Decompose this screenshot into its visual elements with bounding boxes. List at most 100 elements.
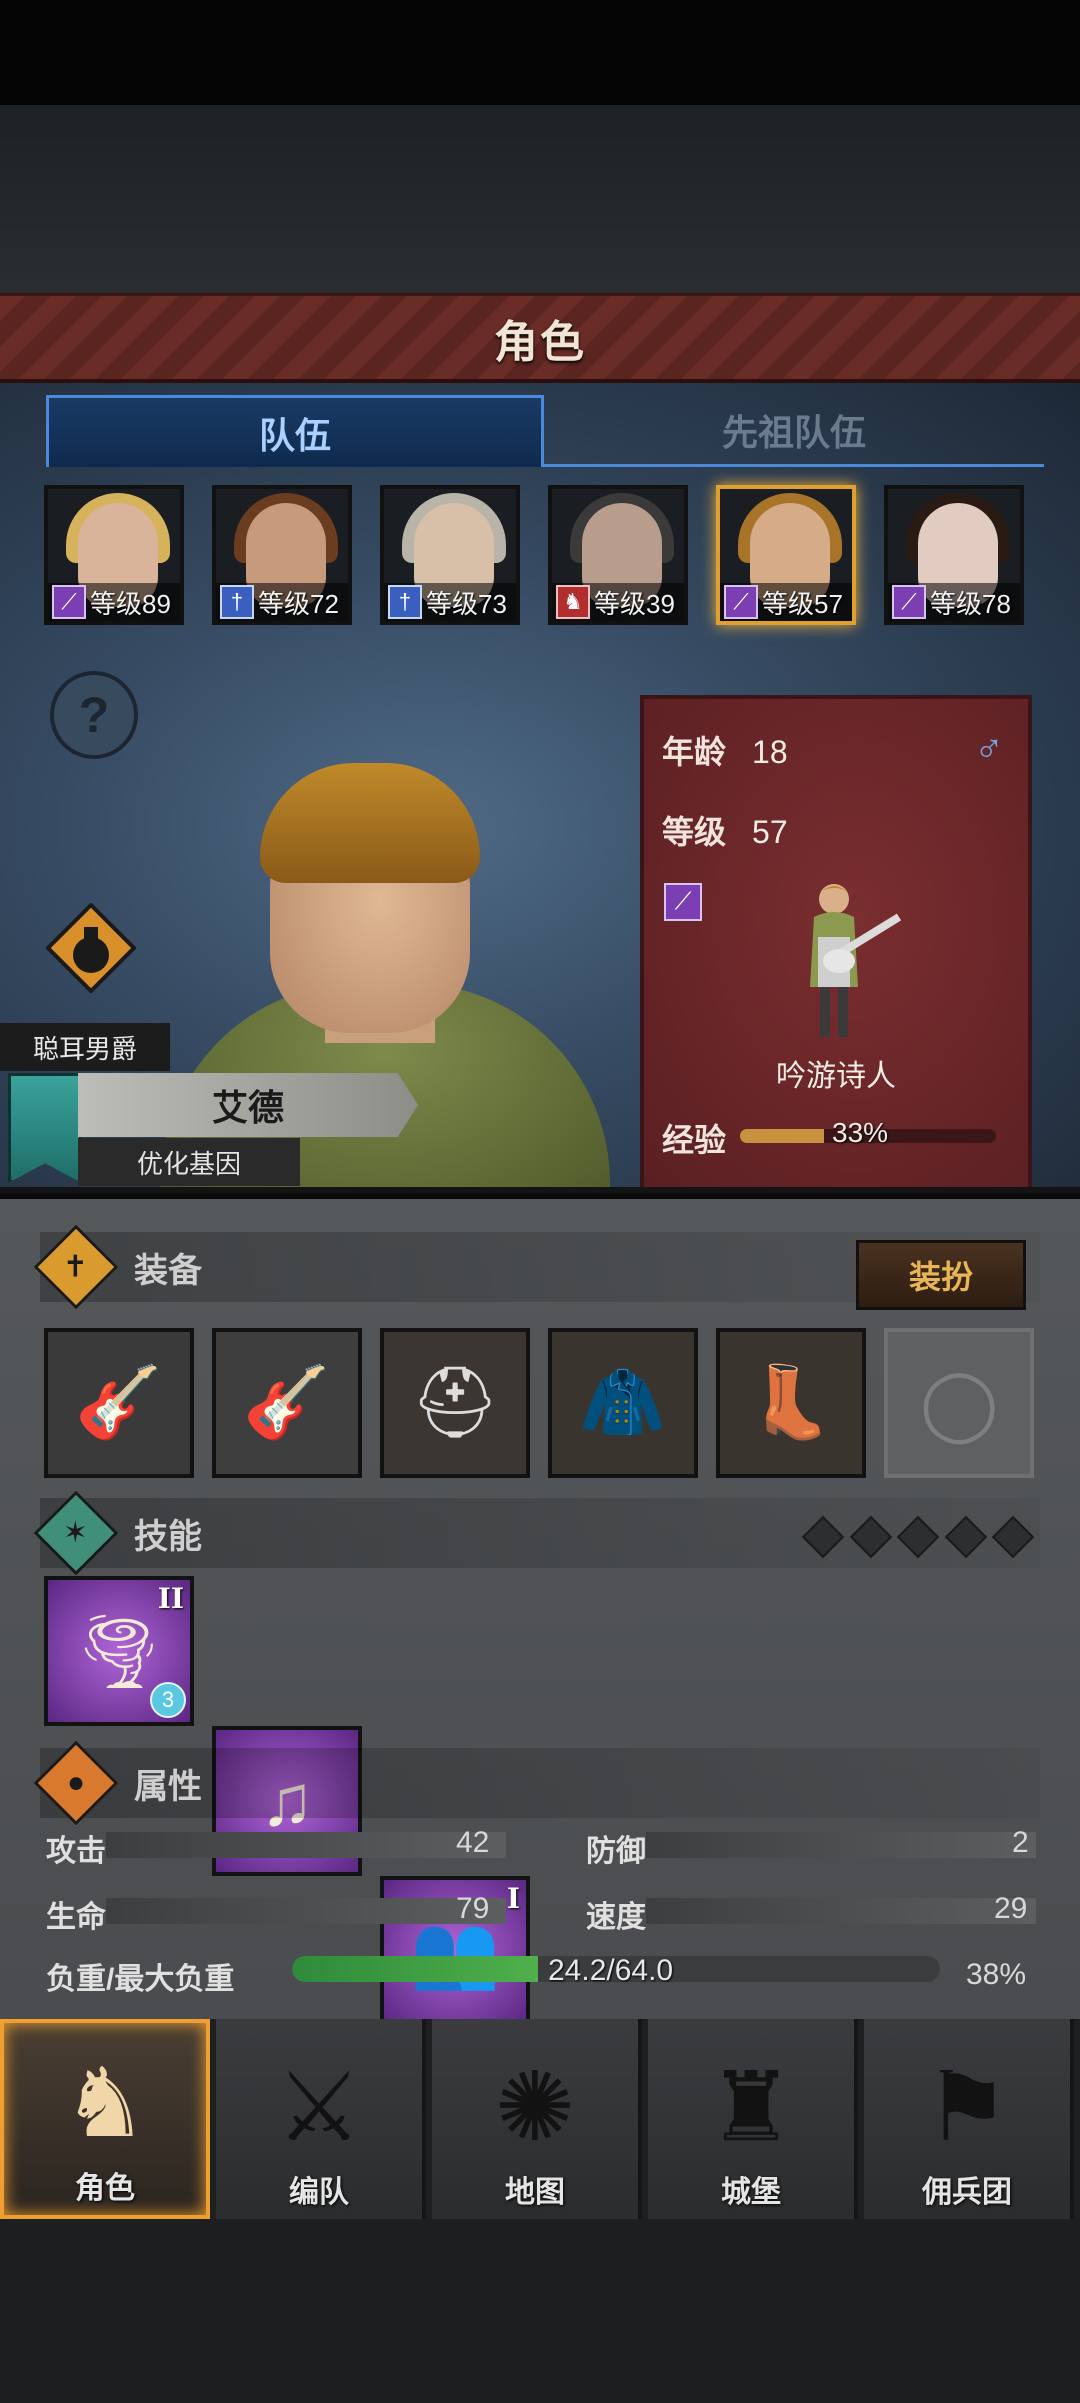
- equipment-cross-icon: ✝: [33, 1224, 119, 1310]
- load-bar-fill: [292, 1956, 539, 1982]
- hood-slot[interactable]: ⛑: [380, 1328, 530, 1478]
- bottom-nav: ♞ 角色 ⚔ 编队 ✺ 地图 ♜ 城堡 ⚑ 佣兵团: [0, 2019, 1080, 2219]
- sword-icon: †: [220, 585, 254, 619]
- roster-portrait-6[interactable]: ⟋ 等级78: [884, 485, 1024, 625]
- roster-portrait-1[interactable]: ⟋ 等级89: [44, 485, 184, 625]
- nav-character[interactable]: ♞ 角色: [0, 2019, 210, 2219]
- skill-rank: II: [157, 1582, 184, 1615]
- skill-charge-badge: 3: [150, 1682, 186, 1718]
- portrait-level: 等级57: [762, 588, 843, 619]
- roster-portrait-2[interactable]: † 等级72: [212, 485, 352, 625]
- roster-portrait-5[interactable]: ⟋ 等级57: [716, 485, 856, 625]
- roster-portrait-3[interactable]: † 等级73: [380, 485, 520, 625]
- skills-star-icon: ✶: [33, 1490, 119, 1576]
- speed-label: 速度: [586, 1901, 646, 1934]
- portrait-level-bar: ⟋ 等级78: [888, 583, 1020, 621]
- nav-castle[interactable]: ♜ 城堡: [648, 2019, 858, 2219]
- skill-rank: I: [506, 1882, 520, 1915]
- load-value: 24.2/64.0: [548, 1954, 674, 1987]
- nav-label: 城堡: [721, 2176, 781, 2209]
- speed-bar: [646, 1898, 1036, 1924]
- load-percent: 38%: [966, 1958, 1027, 1991]
- character-trait[interactable]: 优化基因: [78, 1138, 300, 1186]
- hp-value: 79: [456, 1892, 490, 1925]
- tornado-skill[interactable]: 🌪 II 3: [44, 1576, 194, 1726]
- attack-value: 42: [456, 1826, 490, 1859]
- house-banner-icon[interactable]: [8, 1073, 82, 1183]
- lute-offhand-slot[interactable]: 🎸: [212, 1328, 362, 1478]
- nav-mercenary-icon: ⚑: [923, 2054, 1011, 2161]
- male-gender-icon: ♂: [974, 727, 1004, 771]
- class-name: 吟游诗人: [776, 1060, 896, 1093]
- portrait-level: 等级72: [258, 588, 339, 619]
- portrait-level-bar: ⟋ 等级57: [720, 583, 852, 621]
- exp-bar-fill: [740, 1129, 825, 1143]
- nav-character-icon: ♞: [61, 2050, 149, 2157]
- ring-slot[interactable]: ◯: [884, 1328, 1034, 1478]
- equipment-label: 装备: [134, 1251, 202, 1290]
- nav-label: 角色: [75, 2172, 135, 2205]
- level-value: 57: [752, 814, 788, 850]
- nav-formation[interactable]: ⚔ 编队: [216, 2019, 426, 2219]
- skill-point-pip: [896, 1515, 940, 1559]
- dress-up-button[interactable]: 装扮: [856, 1240, 1026, 1310]
- nav-formation-icon: ⚔: [275, 2054, 363, 2161]
- exp-label: 经验: [662, 1122, 727, 1158]
- level-label: 等级: [662, 814, 727, 850]
- load-label: 负重/最大负重: [46, 1963, 235, 1996]
- roster-portrait-4[interactable]: ♞ 等级39: [548, 485, 688, 625]
- staff-icon: ⟋: [892, 585, 926, 619]
- nav-mercenary[interactable]: ⚑ 佣兵团: [864, 2019, 1074, 2219]
- character-info-card: 年龄 18 ♂ 等级 57 ⟋ 吟游诗人 经验 33%: [640, 695, 1032, 1187]
- attributes-header: ● 属性: [33, 1740, 1040, 1826]
- lute-weapon-slot[interactable]: 🎸: [44, 1328, 194, 1478]
- boots-slot[interactable]: 👢: [716, 1328, 866, 1478]
- character-panel: 队伍 先祖队伍 ⟋ 等级89 † 等级72 † 等级73 ♞ 等级39 ⟋ 等级57 ⟋ 等级78 ?…: [0, 383, 1080, 1193]
- attack-bar: [106, 1832, 506, 1858]
- skills-label: 技能: [134, 1517, 202, 1556]
- tab-team[interactable]: 队伍: [46, 395, 544, 467]
- exp-percent: 33%: [832, 1117, 889, 1148]
- portrait-level-bar: ♞ 等级39: [552, 583, 684, 621]
- portrait-level: 等级39: [594, 588, 675, 619]
- portrait-level: 等级78: [930, 588, 1011, 619]
- nav-map[interactable]: ✺ 地图: [432, 2019, 642, 2219]
- staff-icon: ⟋: [724, 585, 758, 619]
- skill-glyph-icon: 🌪: [73, 1611, 165, 1692]
- age-label: 年龄: [662, 734, 727, 770]
- skill-point-pip: [801, 1515, 845, 1559]
- defense-bar: [646, 1832, 1036, 1858]
- defense-value: 2: [1012, 1826, 1029, 1859]
- attack-label: 攻击: [46, 1835, 106, 1868]
- attributes-label: 属性: [134, 1767, 202, 1806]
- tab-ancestor[interactable]: 先祖队伍: [544, 395, 1044, 467]
- page-title: 角色: [494, 317, 586, 367]
- nav-map-icon: ✺: [494, 2054, 576, 2161]
- speed-value: 29: [994, 1892, 1028, 1925]
- nav-castle-icon: ♜: [707, 2054, 795, 2161]
- skill-point-pip: [944, 1515, 987, 1559]
- sword-icon: †: [388, 585, 422, 619]
- age-row: 年龄 18: [662, 727, 788, 773]
- portrait-level: 等级89: [90, 588, 171, 619]
- hp-label: 生命: [46, 1901, 106, 1934]
- attributes-person-icon: ●: [33, 1740, 119, 1826]
- level-row: 等级 57: [662, 807, 788, 853]
- skill-points: [801, 1515, 1035, 1559]
- nav-label: 佣兵团: [922, 2176, 1012, 2209]
- character-title: 聪耳男爵: [0, 1023, 170, 1071]
- coat-slot[interactable]: 🧥: [548, 1328, 698, 1478]
- status-bar: [0, 0, 1080, 105]
- title-banner: 角色: [0, 293, 1080, 383]
- age-value: 18: [752, 734, 788, 770]
- help-button[interactable]: ?: [50, 671, 138, 759]
- character-name[interactable]: 艾德: [78, 1073, 418, 1137]
- skill-point-pip: [991, 1515, 1035, 1559]
- portrait-level-bar: † 等级72: [216, 583, 348, 621]
- portrait-level: 等级73: [426, 588, 507, 619]
- beast-icon: ♞: [556, 585, 590, 619]
- bard-figure-icon: [810, 884, 902, 1037]
- nav-label: 编队: [289, 2176, 349, 2209]
- potion-icon[interactable]: [46, 903, 136, 993]
- top-band: [0, 105, 1080, 295]
